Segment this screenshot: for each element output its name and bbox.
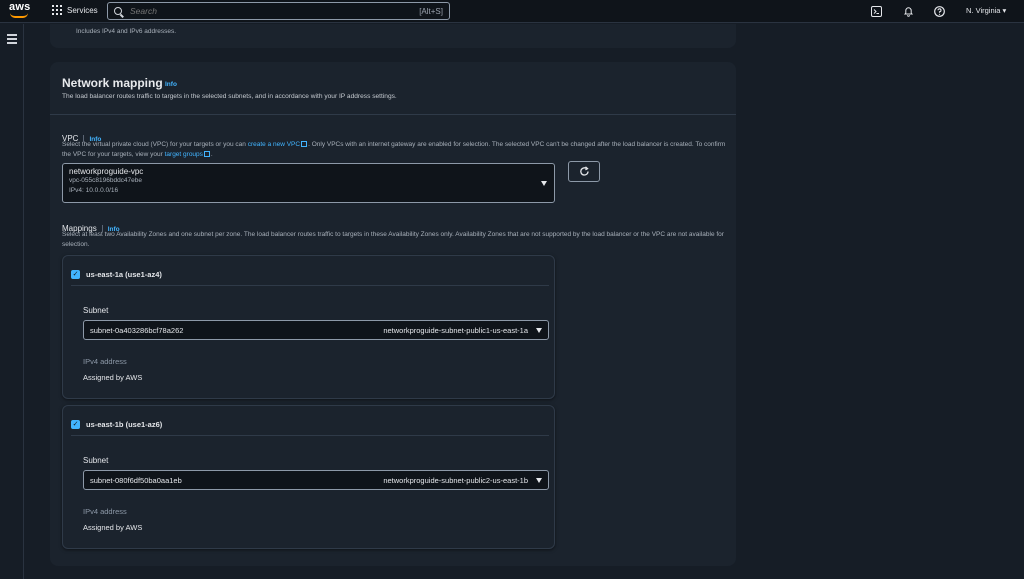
subnet-name: networkproguide-subnet-public2-us-east-1… [383, 476, 528, 485]
subnet-name: networkproguide-subnet-public1-us-east-1… [383, 326, 528, 335]
az-header: ✓ us-east-1b (use1-az6) [71, 414, 549, 436]
refresh-icon [579, 166, 589, 176]
network-mapping-header: Network mapping Info The load balancer r… [50, 62, 736, 115]
ipv4-address-value: Assigned by AWS [83, 373, 143, 382]
az-name: us-east-1a (use1-az4) [86, 270, 162, 279]
az-header: ✓ us-east-1a (use1-az4) [71, 264, 549, 286]
refresh-button[interactable] [568, 161, 600, 182]
search-input[interactable] [130, 6, 390, 16]
aws-smile-icon [10, 13, 28, 18]
az-name: us-east-1b (use1-az6) [86, 420, 163, 429]
vpc-id: vpc-055c8196bddc47ebe [69, 177, 143, 184]
availability-zone-card-2: ✓ us-east-1b (use1-az6) Subnet subnet-08… [62, 405, 555, 549]
section-description: The load balancer routes traffic to targ… [62, 93, 397, 100]
mappings-description: Select at least two Availability Zones a… [62, 231, 724, 248]
subnet-id: subnet-0a403286bcf78a262 [90, 326, 184, 335]
ipv4-address-label: IPv4 address [83, 507, 127, 516]
services-menu-button[interactable]: Services [52, 5, 98, 15]
ipv4-address-value: Assigned by AWS [83, 523, 143, 532]
subnet-select[interactable]: subnet-080f6df50ba0aa1eb networkproguide… [83, 470, 549, 490]
vpc-select[interactable]: networkproguide-vpc vpc-055c8196bddc47eb… [62, 163, 555, 203]
vpc-description: Select the virtual private cloud (VPC) f… [62, 140, 727, 160]
network-mapping-info-link[interactable]: Info [165, 81, 177, 88]
caret-down-icon [536, 478, 542, 483]
az-checkbox[interactable]: ✓ [71, 420, 80, 429]
search-icon [114, 7, 122, 15]
section-title: Network mapping [62, 76, 163, 90]
subnet-select[interactable]: subnet-0a403286bcf78a262 networkproguide… [83, 320, 549, 340]
services-label: Services [67, 5, 98, 15]
caret-down-icon [541, 181, 547, 186]
vpc-name: networkproguide-vpc [69, 167, 144, 176]
sidebar [0, 24, 24, 579]
vpc-cidr: IPv4: 10.0.0.0/16 [69, 186, 119, 194]
help-icon[interactable] [933, 5, 945, 17]
grid-icon [52, 5, 62, 15]
network-mapping-card: Network mapping Info The load balancer r… [50, 62, 736, 566]
external-link-icon [301, 141, 308, 147]
subnet-label: Subnet [83, 306, 109, 315]
ipv4-address-label: IPv4 address [83, 357, 127, 366]
previous-section-card: Includes IPv4 and IPv6 addresses. [50, 24, 736, 48]
subnet-label: Subnet [83, 456, 109, 465]
target-groups-link[interactable]: target groups [165, 151, 203, 158]
availability-zone-card-1: ✓ us-east-1a (use1-az4) Subnet subnet-0a… [62, 255, 555, 399]
region-selector[interactable]: N. Virginia ▾ [966, 6, 1006, 15]
aws-logo-text: aws [9, 1, 31, 13]
hamburger-menu-icon[interactable] [7, 34, 17, 46]
top-navigation: aws Services [Alt+S] N. Virginia ▾ [0, 0, 1024, 23]
external-link-icon [203, 150, 210, 157]
search-box[interactable]: [Alt+S] [107, 2, 450, 20]
create-vpc-link[interactable]: create a new VPC [248, 141, 300, 148]
subnet-id: subnet-080f6df50ba0aa1eb [90, 476, 182, 485]
caret-down-icon [536, 328, 542, 333]
vpc-desc-text-3: . [210, 150, 213, 158]
bell-icon[interactable] [902, 5, 914, 17]
previous-section-text: Includes IPv4 and IPv6 addresses. [76, 28, 177, 35]
cloudshell-icon[interactable] [870, 5, 882, 17]
az-checkbox[interactable]: ✓ [71, 270, 80, 279]
search-shortcut: [Alt+S] [419, 6, 443, 16]
vpc-desc-text-1: Select the virtual private cloud (VPC) f… [62, 141, 248, 148]
